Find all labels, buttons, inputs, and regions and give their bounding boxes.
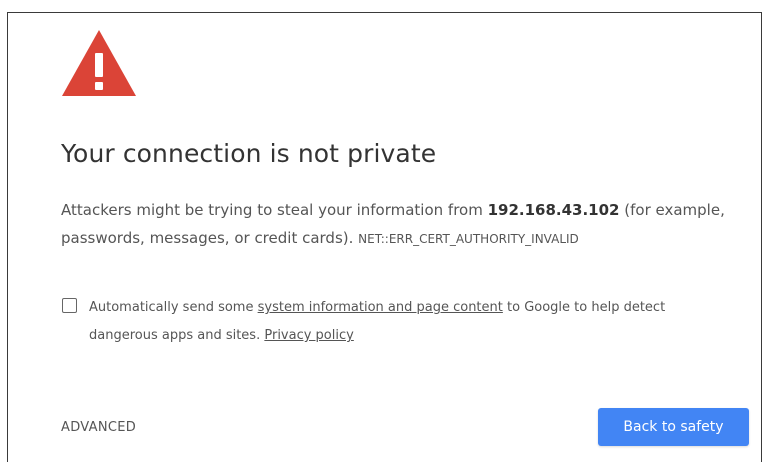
system-info-link[interactable]: system information and page content [258,300,503,315]
error-code[interactable]: NET::ERR_CERT_AUTHORITY_INVALID [358,232,579,246]
error-description: Attackers might be trying to steal your … [61,196,751,253]
page-title: Your connection is not private [61,139,437,168]
privacy-policy-link[interactable]: Privacy policy [264,328,353,343]
send-info-checkbox[interactable] [62,298,77,313]
host-address: 192.168.43.102 [487,201,620,219]
opt-in-text: Automatically send some [89,300,258,315]
opt-in-label: Automatically send some system informati… [89,294,729,350]
description-text: Attackers might be trying to steal your … [61,201,488,219]
advanced-button[interactable]: ADVANCED [61,420,136,435]
back-to-safety-button[interactable]: Back to safety [598,408,749,446]
warning-triangle-icon [62,30,136,96]
